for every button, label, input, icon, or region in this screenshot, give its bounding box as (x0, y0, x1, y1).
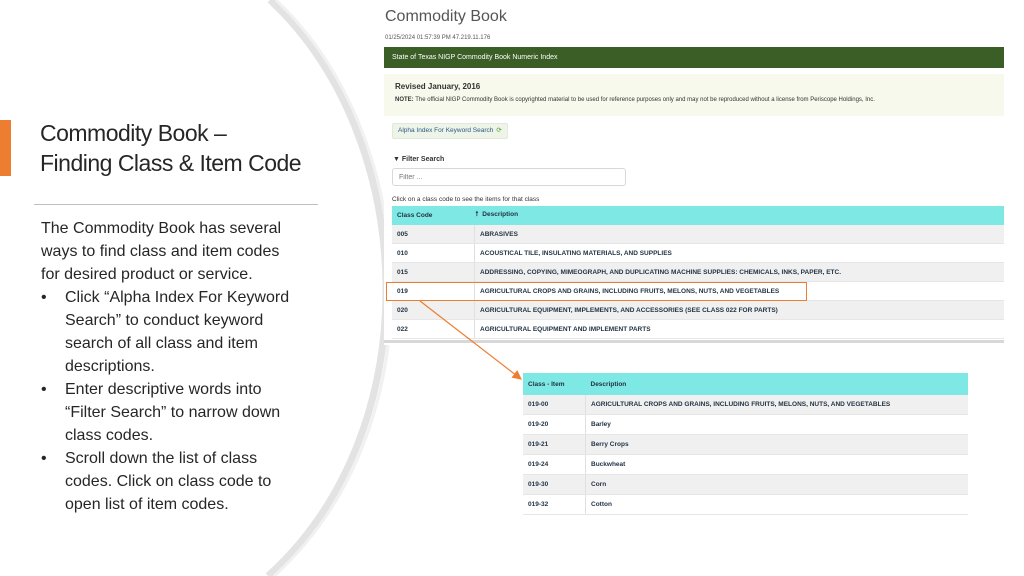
table-row[interactable]: 019-20 Barley (523, 414, 968, 435)
table-header-row: Class - Item Description (523, 373, 968, 395)
table-row[interactable]: 019-24 Buckwheat (523, 454, 968, 475)
column-header-description[interactable]: Description (585, 373, 968, 395)
item-code-cell: 019-24 (523, 454, 586, 475)
item-description-cell: Cotton (585, 494, 968, 515)
item-code-cell: 019-32 (523, 494, 586, 515)
item-description-cell: Barley (585, 414, 968, 435)
item-code-cell: 019-20 (523, 414, 586, 435)
table-row[interactable]: 019-30 Corn (523, 474, 968, 495)
item-code-table: Class - Item Description 019-00 AGRICULTU… (523, 373, 968, 515)
table-row[interactable]: 019-00 AGRICULTURAL CROPS AND GRAINS, INC… (523, 395, 968, 415)
item-code-table-panel: Class - Item Description 019-00 AGRICULTU… (523, 373, 968, 515)
column-header-class-item[interactable]: Class - Item (523, 373, 586, 395)
item-description-cell: AGRICULTURAL CROPS AND GRAINS, INCLUDING… (585, 395, 968, 415)
item-code-cell: 019-00 (523, 395, 586, 415)
item-description-cell: Corn (585, 474, 968, 495)
table-row[interactable]: 019-21 Berry Crops (523, 434, 968, 455)
table-row[interactable]: 019-32 Cotton (523, 494, 968, 515)
item-code-cell: 019-21 (523, 434, 586, 455)
item-description-cell: Buckwheat (585, 454, 968, 475)
item-description-cell: Berry Crops (585, 434, 968, 455)
item-code-cell: 019-30 (523, 474, 586, 495)
